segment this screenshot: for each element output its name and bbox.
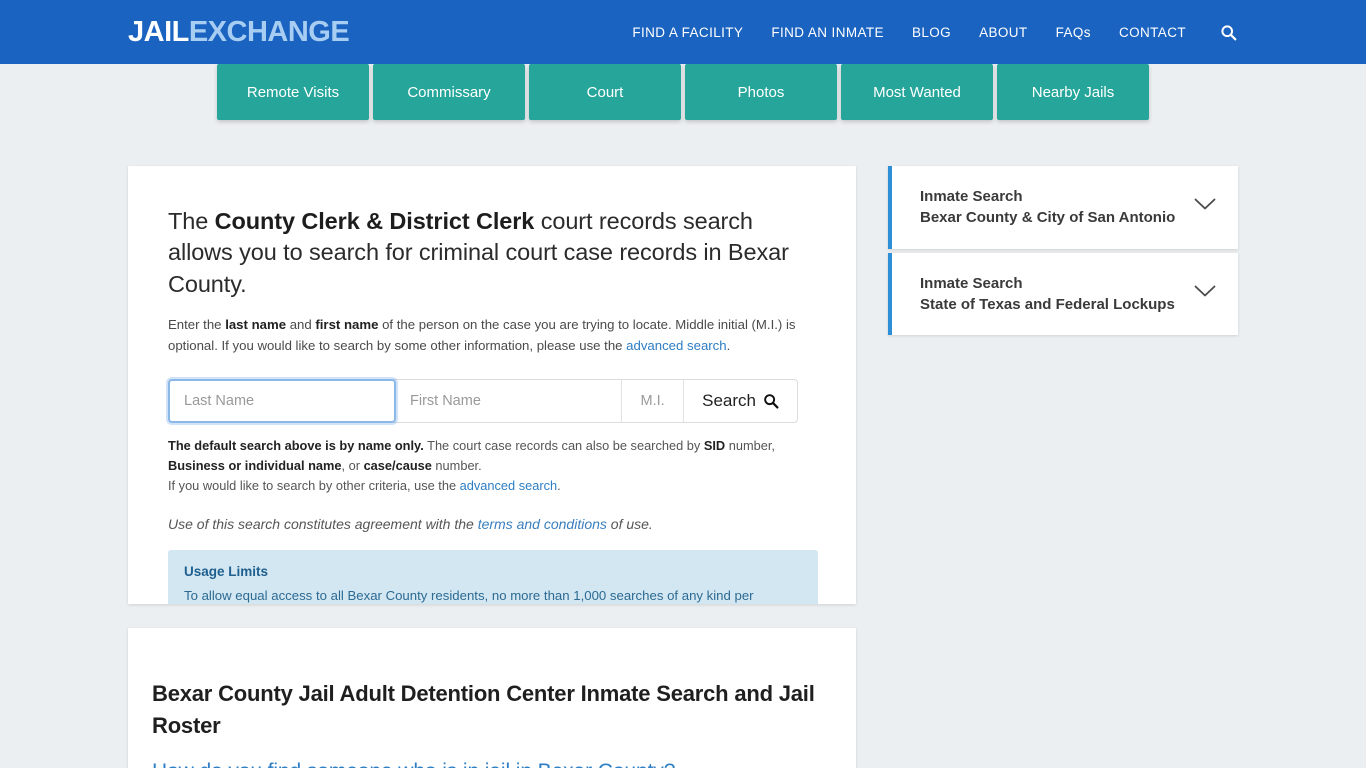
quicklink-court[interactable]: Court [529, 64, 681, 120]
main-navigation: FIND A FACILITY FIND AN INMATE BLOG ABOU… [632, 22, 1238, 42]
jail-roster-card: Bexar County Jail Adult Detention Center… [128, 628, 856, 768]
terms-pre: Use of this search constitutes agreement… [168, 515, 478, 532]
instructions-bold-last-name: last name [225, 316, 287, 332]
instructions-part-1: Enter the [168, 316, 226, 332]
page-body: The County Clerk & District Clerk court … [0, 64, 1366, 768]
sidebar-item-title: Inmate Search [920, 188, 1023, 205]
note-part-4: number. [431, 457, 482, 473]
sidebar-item-text: Inmate Search Bexar County & City of San… [920, 186, 1175, 229]
quicklink-photos[interactable]: Photos [685, 64, 837, 120]
usage-limits-body: To allow equal access to all Bexar Count… [184, 587, 754, 603]
advanced-search-link-top[interactable]: advanced search [626, 338, 726, 353]
last-name-input[interactable] [168, 378, 396, 423]
nav-item-blog[interactable]: BLOG [912, 25, 951, 40]
lede-bold: County Clerk & District Clerk [214, 208, 535, 234]
instructions-bold-first-name: first name [315, 316, 379, 332]
search-submit-button[interactable]: Search [684, 380, 797, 422]
usage-limits-box: Usage Limits To allow equal access to al… [168, 549, 818, 604]
instructions-part-4: . [726, 338, 731, 354]
sidebar: Inmate Search Bexar County & City of San… [888, 166, 1238, 336]
inmate-name-search-form: Search [168, 378, 798, 423]
chevron-down-icon[interactable] [1194, 285, 1216, 303]
lede-pre: The [168, 208, 215, 234]
note-part-2: number, [725, 437, 775, 453]
main-content-column: The County Clerk & District Clerk court … [128, 166, 856, 768]
quicklink-nearby-jails[interactable]: Nearby Jails [997, 64, 1149, 120]
middle-initial-input[interactable] [622, 379, 685, 422]
nav-item-find-a-facility[interactable]: FIND A FACILITY [632, 25, 743, 40]
sidebar-item-subtitle: Bexar County & City of San Antonio [920, 209, 1176, 227]
quicklinks-bar: Remote Visits Commissary Court Photos Mo… [0, 64, 1366, 120]
chevron-down-icon[interactable] [1194, 198, 1216, 216]
quicklink-remote-visits[interactable]: Remote Visits [217, 64, 369, 120]
advanced-search-link-bottom[interactable]: advanced search [460, 478, 557, 493]
terms-agreement-text: Use of this search constitutes agreement… [168, 516, 816, 532]
sidebar-item-inmate-search-bexar[interactable]: Inmate Search Bexar County & City of San… [888, 166, 1238, 249]
terms-post: of use. [606, 515, 653, 532]
terms-and-conditions-link[interactable]: terms and conditions [478, 516, 607, 532]
nav-item-contact[interactable]: CONTACT [1119, 25, 1186, 40]
site-header: JAILEXCHANGE FIND A FACILITY FIND AN INM… [0, 0, 1366, 64]
roster-heading: Bexar County Jail Adult Detention Center… [152, 681, 815, 738]
quicklink-commissary[interactable]: Commissary [373, 64, 525, 120]
nav-item-find-an-inmate[interactable]: FIND AN INMATE [771, 25, 884, 40]
note-bold-business-name: Business or individual name [168, 457, 342, 473]
quicklink-most-wanted[interactable]: Most Wanted [841, 64, 993, 120]
note-part-1: The court case records can also be searc… [423, 437, 704, 453]
note-part-3: , or [341, 457, 364, 473]
search-note: The default search above is by name only… [168, 436, 816, 496]
note-bold-case-cause: case/cause [363, 457, 432, 473]
search-instructions: Enter the last name and first name of th… [168, 314, 816, 357]
roster-question-heading: How do you find someone who is in jail i… [152, 760, 832, 768]
note-bold-sid: SID [703, 437, 726, 453]
logo-text-primary: JAIL [128, 15, 189, 48]
logo-text-secondary: EXCHANGE [188, 15, 350, 48]
note-bold-default-search: The default search above is by name only… [168, 437, 424, 453]
nav-item-about[interactable]: ABOUT [979, 25, 1028, 40]
usage-limits-title: Usage Limits [184, 563, 269, 579]
page-title: The County Clerk & District Clerk court … [168, 206, 816, 300]
sidebar-item-inmate-search-texas[interactable]: Inmate Search State of Texas and Federal… [888, 252, 1238, 336]
sidebar-item-title: Inmate Search [920, 274, 1023, 292]
nav-item-faqs[interactable]: FAQs [1056, 25, 1091, 40]
court-records-search-card: The County Clerk & District Clerk court … [128, 166, 856, 604]
magnifier-icon [763, 393, 779, 409]
instructions-part-2: and [286, 316, 316, 332]
search-button-label: Search [702, 390, 756, 410]
first-name-input[interactable] [396, 379, 623, 422]
sidebar-item-subtitle: State of Texas and Federal Lockups [920, 295, 1175, 313]
note-part-6: . [557, 477, 561, 493]
site-logo[interactable]: JAILEXCHANGE [128, 15, 350, 48]
search-icon[interactable] [1218, 22, 1238, 42]
note-part-5: If you would like to search by other cri… [168, 477, 460, 493]
sidebar-item-text: Inmate Search State of Texas and Federal… [920, 273, 1175, 316]
